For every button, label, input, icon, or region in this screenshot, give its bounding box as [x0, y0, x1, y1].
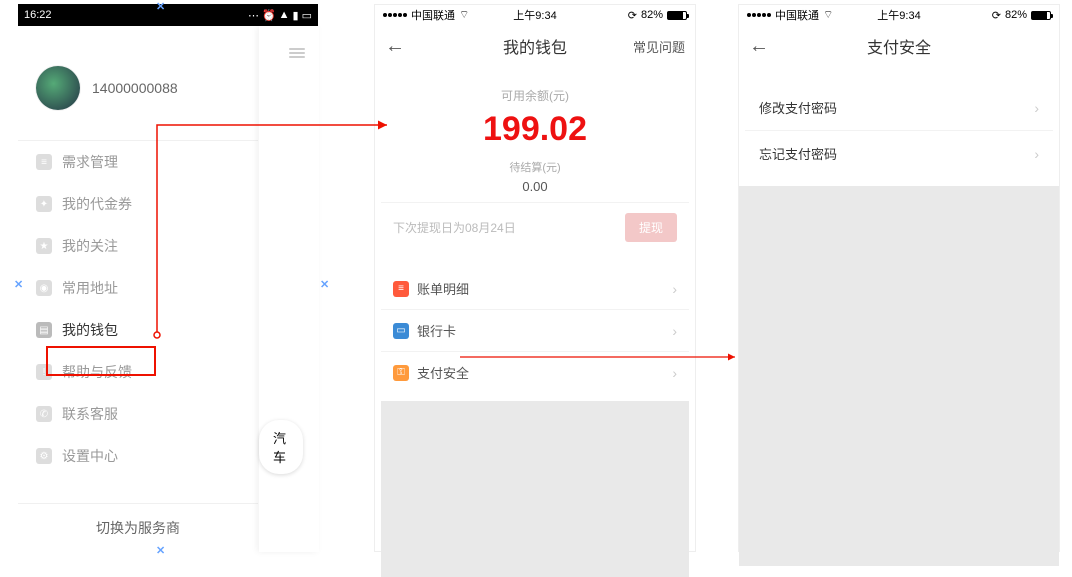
battery-icon	[1031, 11, 1051, 20]
star-icon: ★	[36, 238, 52, 254]
category-chip[interactable]: 汽车	[259, 420, 303, 474]
statusbar: 中国联通⌔ 上午9:34 ⟳82%	[375, 5, 695, 25]
battery-icon: ▭	[302, 9, 312, 22]
chevron-right-icon: ›	[1034, 100, 1039, 116]
drawer-menu: ≡ 需求管理 ✦ 我的代金券 ★ 我的关注 ◉ 常用地址 ▤ 我的钱包 ! 帮助与反馈 ✆ 联…	[18, 140, 258, 477]
back-button[interactable]: ←	[385, 35, 405, 58]
chevron-right-icon: ›	[1034, 146, 1039, 162]
list-item-bill[interactable]: ≡ 账单明细 ›	[381, 268, 689, 310]
pending-label: 待结算(元)	[381, 159, 689, 175]
sidebar-item-settings[interactable]: ⚙ 设置中心	[18, 435, 258, 477]
back-button[interactable]: ←	[749, 35, 769, 58]
pin-icon: ◉	[36, 280, 52, 296]
carrier-label: 中国联通	[411, 7, 455, 23]
page-title: 支付安全	[867, 34, 931, 58]
screen-payment-security: 中国联通⌔ 上午9:34 ⟳82% ← 支付安全 修改支付密码 › 忘记支付密码…	[738, 4, 1060, 552]
empty-area	[739, 186, 1059, 566]
status-indicators: ⋯ ⏰ ▲ ▮ ▭	[248, 9, 312, 22]
chevron-right-icon: ›	[672, 365, 677, 381]
sidebar-item-label: 常用地址	[62, 278, 118, 298]
sidebar-item-contact[interactable]: ✆ 联系客服	[18, 393, 258, 435]
card-icon: ▭	[393, 323, 409, 339]
wifi-icon: ⌔	[459, 8, 469, 22]
wallet-icon: ▤	[36, 322, 52, 338]
list-item-label: 账单明细	[417, 279, 469, 298]
sidebar-item-label: 帮助与反馈	[62, 362, 132, 382]
list-item-label: 忘记支付密码	[759, 144, 837, 163]
key-icon: ⚿	[393, 365, 409, 381]
drawer-sidebar: 14000000088 ≡ 需求管理 ✦ 我的代金券 ★ 我的关注 ◉ 常用地址 ▤ 我的…	[18, 26, 258, 552]
list-item-bankcard[interactable]: ▭ 银行卡 ›	[381, 310, 689, 352]
alarm-icon: ⏰	[262, 9, 276, 22]
ticket-icon: ✦	[36, 196, 52, 212]
empty-area	[381, 401, 689, 577]
list-item-security[interactable]: ⚿ 支付安全 ›	[381, 352, 689, 393]
wifi-icon: ⌔	[823, 8, 833, 22]
signal-dots-icon	[383, 13, 407, 17]
sidebar-item-address[interactable]: ◉ 常用地址	[18, 267, 258, 309]
list-item-label: 支付安全	[417, 363, 469, 382]
phone-icon: ✆	[36, 406, 52, 422]
sidebar-item-help[interactable]: ! 帮助与反馈	[18, 351, 258, 393]
profile-phone: 14000000088	[92, 80, 178, 96]
statusbar: 16:22 ⋯ ⏰ ▲ ▮ ▭	[18, 4, 318, 26]
profile-block[interactable]: 14000000088	[18, 26, 258, 140]
sidebar-item-label: 我的钱包	[62, 320, 118, 340]
faq-link[interactable]: 常见问题	[633, 37, 685, 56]
signal-icon: ▮	[293, 9, 299, 22]
withdraw-row: 下次提现日为08月24日 提现	[381, 202, 689, 252]
withdraw-hint: 下次提现日为08月24日	[393, 219, 516, 236]
signal-dots-icon	[747, 13, 771, 17]
pending-amount: 0.00	[381, 179, 689, 194]
balance-label: 可用余额(元)	[381, 87, 689, 104]
gear-icon: ⚙	[36, 448, 52, 464]
screen-wallet: 中国联通⌔ 上午9:34 ⟳82% ← 我的钱包 常见问题 可用余额(元) 19…	[374, 4, 696, 552]
rotation-lock-icon: ⟳	[992, 9, 1001, 22]
list-item-change-password[interactable]: 修改支付密码 ›	[745, 85, 1053, 131]
withdraw-button[interactable]: 提现	[625, 213, 677, 242]
statusbar: 中国联通⌔ 上午9:34 ⟳82%	[739, 5, 1059, 25]
screen-profile-drawer: 16:22 ⋯ ⏰ ▲ ▮ ▭ 14000000088 ≡ 需求管理 ✦ 我的代金券…	[18, 4, 318, 552]
sidebar-item-label: 联系客服	[62, 404, 118, 424]
sidebar-item-label: 我的关注	[62, 236, 118, 256]
sidebar-item-follow[interactable]: ★ 我的关注	[18, 225, 258, 267]
sidebar-item-coupon[interactable]: ✦ 我的代金券	[18, 183, 258, 225]
drawer-footer-switch[interactable]: 切换为服务商	[18, 503, 258, 552]
page-title: 我的钱包	[503, 34, 567, 58]
receipt-icon: ≡	[393, 281, 409, 297]
chevron-right-icon: ›	[672, 281, 677, 297]
sidebar-item-demand[interactable]: ≡ 需求管理	[18, 141, 258, 183]
navbar: ← 支付安全	[739, 25, 1059, 67]
crop-mark: ✕	[320, 278, 329, 291]
list-item-label: 银行卡	[417, 321, 456, 340]
navbar: ← 我的钱包 常见问题	[375, 25, 695, 67]
battery-pct: 82%	[641, 9, 663, 21]
sidebar-item-wallet[interactable]: ▤ 我的钱包	[18, 309, 258, 351]
security-menu-list: 修改支付密码 › 忘记支付密码 ›	[745, 85, 1053, 176]
avatar[interactable]	[36, 66, 80, 110]
wifi-icon: ▲	[279, 9, 290, 21]
list-icon: ≡	[36, 154, 52, 170]
balance-amount: 199.02	[381, 110, 689, 149]
battery-pct: 82%	[1005, 9, 1027, 21]
battery-icon	[667, 11, 687, 20]
hamburger-icon[interactable]	[289, 46, 305, 60]
wallet-menu-list: ≡ 账单明细 › ▭ 银行卡 › ⚿ 支付安全 ›	[381, 268, 689, 393]
balance-card: 可用余额(元) 199.02 待结算(元) 0.00 下次提现日为08月24日 …	[381, 73, 689, 260]
list-item-forgot-password[interactable]: 忘记支付密码 ›	[745, 131, 1053, 176]
chevron-right-icon: ›	[672, 323, 677, 339]
list-item-label: 修改支付密码	[759, 98, 837, 117]
rotation-lock-icon: ⟳	[628, 9, 637, 22]
underlying-page-peek[interactable]: 汽车	[259, 26, 319, 552]
info-icon: !	[36, 364, 52, 380]
sidebar-item-label: 需求管理	[62, 152, 118, 172]
ellipsis-icon: ⋯	[248, 9, 259, 22]
sidebar-item-label: 我的代金券	[62, 194, 132, 214]
status-time: 16:22	[24, 9, 52, 21]
sidebar-item-label: 设置中心	[62, 446, 118, 466]
carrier-label: 中国联通	[775, 7, 819, 23]
